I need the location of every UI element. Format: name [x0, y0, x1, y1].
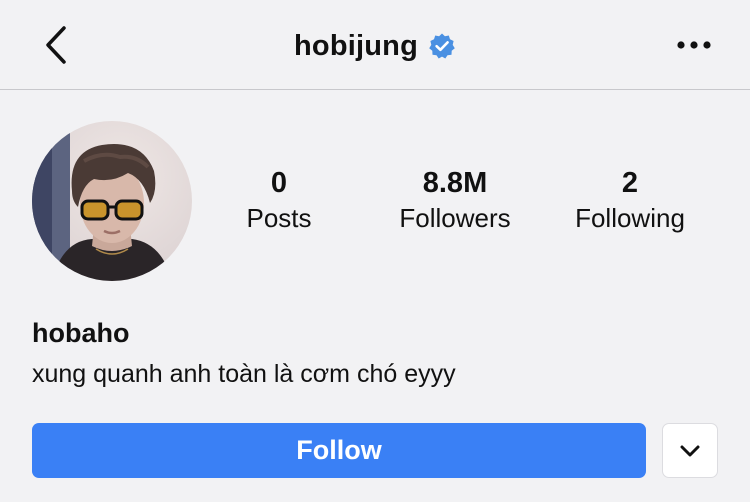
profile-bio: xung quanh anh toàn là cơm chó eyyy [32, 360, 456, 388]
chevron-down-icon [680, 445, 700, 456]
following-count: 2 [621, 167, 639, 199]
posts-count: 0 [270, 167, 288, 199]
following-label: Following [575, 203, 685, 233]
more-options-button[interactable] [672, 30, 716, 60]
header-title-group: hobijung [0, 28, 750, 64]
username-title: hobijung [293, 29, 418, 62]
ellipsis-icon [677, 41, 711, 49]
posts-label: Posts [246, 203, 312, 233]
posts-stat[interactable]: 0 Posts [194, 166, 364, 235]
followers-label: Followers [399, 203, 511, 233]
avatar-photo [32, 121, 192, 281]
following-stat[interactable]: 2 Following [545, 166, 715, 235]
profile-name: hobaho [32, 318, 130, 348]
profile-header: hobijung [0, 0, 750, 90]
followers-stat[interactable]: 8.8M Followers [370, 166, 540, 235]
suggestions-dropdown-button[interactable] [662, 423, 718, 478]
verified-badge-icon [428, 32, 456, 60]
follow-button[interactable]: Follow [32, 423, 646, 478]
profile-avatar[interactable] [32, 121, 192, 281]
followers-count: 8.8M [422, 167, 488, 199]
